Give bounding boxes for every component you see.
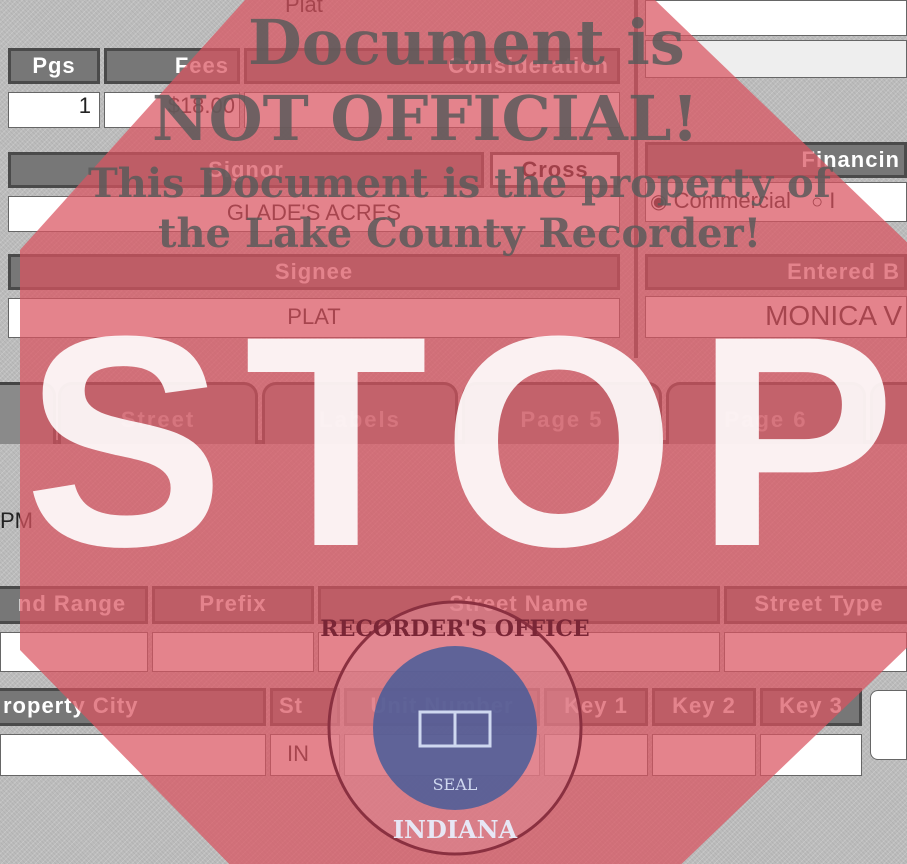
commercial-radio[interactable]: ◉ (650, 191, 667, 213)
consideration-header: Consideration (244, 48, 620, 84)
street-type-field[interactable] (724, 632, 907, 672)
range-header: nd Range (0, 586, 148, 624)
tab-street[interactable]: Street (58, 382, 258, 444)
tab-next-partial[interactable] (870, 382, 907, 444)
plat-label: Plat (285, 0, 323, 17)
street-name-header: Street Name (318, 586, 720, 624)
other-label: I (829, 188, 836, 213)
key-2-header: Key 2 (652, 688, 756, 726)
financing-header: Financin (645, 142, 907, 178)
cross-button[interactable]: Cross (490, 152, 620, 188)
other-radio[interactable]: ○ (811, 191, 823, 213)
top-right-field[interactable] (645, 0, 907, 36)
signor-field[interactable]: GLADE'S ACRES (8, 196, 620, 232)
entered-by-field[interactable]: MONICA V (645, 296, 907, 338)
fees-header: Fees (104, 48, 240, 84)
prefix-header: Prefix (152, 586, 314, 624)
key-3-field[interactable] (760, 734, 862, 776)
key-1-field[interactable] (544, 734, 648, 776)
pgs-header: Pgs (8, 48, 100, 84)
prefix-field[interactable] (152, 632, 314, 672)
pgs-field[interactable]: 1 (8, 92, 100, 128)
signee-header: Signee (8, 254, 620, 290)
fees-field[interactable]: $18.00 (104, 92, 240, 128)
side-button-partial[interactable] (870, 690, 907, 760)
consideration-field[interactable] (244, 92, 620, 128)
range-field[interactable] (0, 632, 148, 672)
signee-field[interactable]: PLAT (8, 298, 620, 338)
key-3-header: Key 3 (760, 688, 862, 726)
top-right-field-2[interactable] (645, 40, 907, 78)
tab-page-5[interactable]: Page 5 (462, 382, 662, 444)
unit-number-header: Unit Number (344, 688, 540, 726)
commercial-label: Commercial (673, 188, 791, 213)
panel-divider (634, 0, 638, 358)
tab-partial[interactable] (0, 382, 56, 444)
signor-header: Signor (8, 152, 484, 188)
tab-labels[interactable]: Labels (262, 382, 458, 444)
street-name-field[interactable] (318, 632, 720, 672)
property-city-field[interactable] (0, 734, 266, 776)
property-city-header: roperty City (0, 688, 266, 726)
entered-by-header: Entered B (645, 254, 907, 290)
time-fragment: PM (0, 508, 33, 533)
tab-page-6[interactable]: Page 6 (666, 382, 866, 444)
financing-options: ◉ Commercial ○ I (645, 182, 907, 222)
key-2-field[interactable] (652, 734, 756, 776)
state-header: St (270, 688, 340, 726)
unit-number-field[interactable] (344, 734, 540, 776)
street-type-header: Street Type (724, 586, 907, 624)
key-1-header: Key 1 (544, 688, 648, 726)
state-field[interactable]: IN (270, 734, 340, 776)
